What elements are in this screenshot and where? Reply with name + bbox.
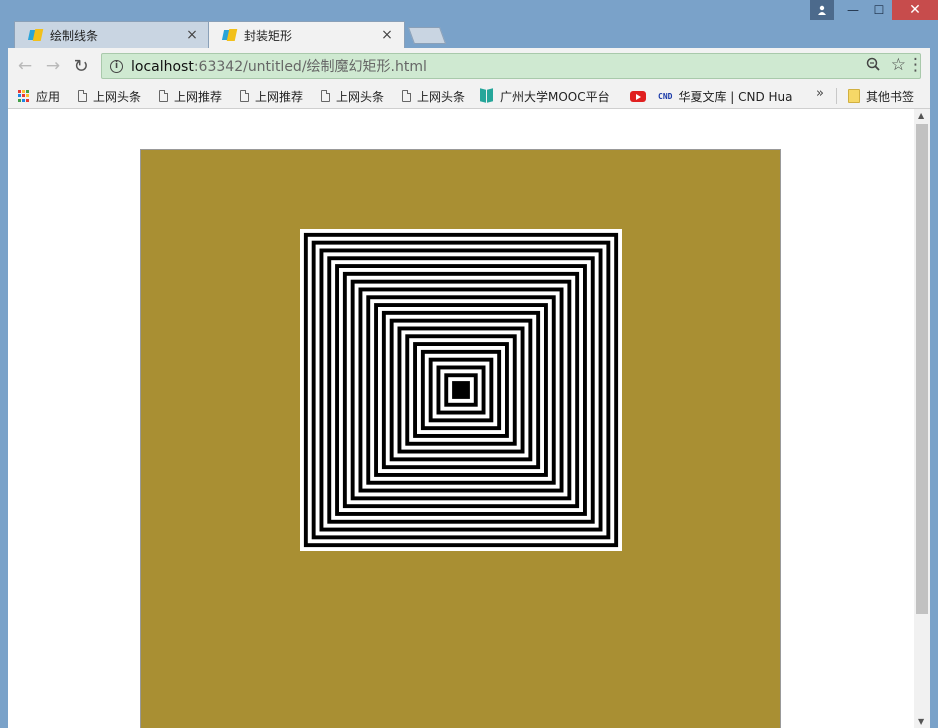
page-content: ▲ ▼ [8, 109, 930, 728]
page-icon [78, 90, 87, 102]
bookmark-star-icon[interactable]: ☆ [891, 55, 906, 75]
bookmark-item[interactable]: 上网推荐 [159, 87, 222, 105]
bookmark-label: 应用 [36, 89, 61, 104]
scroll-thumb[interactable] [916, 124, 928, 614]
tab-close-icon[interactable]: × [380, 27, 394, 43]
concentric-squares-pattern [300, 229, 622, 551]
bookmark-label: 上网头条 [336, 89, 385, 104]
new-tab-button[interactable] [407, 27, 447, 44]
apps-icon [18, 90, 30, 102]
back-button[interactable]: ← [14, 55, 36, 77]
bookmark-label: 上网头条 [417, 89, 466, 104]
close-window-button[interactable]: ✕ [892, 0, 938, 20]
tab-title: 封装矩形 [244, 28, 293, 43]
bookmark-label: 广州大学MOOC平台 [500, 89, 610, 104]
bookmark-label: 华夏文库 | CND Hua [678, 89, 793, 104]
url-text[interactable]: localhost:63342/untitled/绘制魔幻矩形.html [131, 56, 427, 76]
youtube-icon [630, 90, 646, 102]
book-icon [480, 89, 494, 103]
bookmarks-bar: 应用 上网头条 上网推荐 上网推荐 上网头条 上网头条 广州大学MOOC平台 C… [8, 84, 930, 109]
bookmark-item[interactable]: 上网头条 [402, 87, 465, 105]
bookmark-cnd[interactable]: CND 华夏文库 | CND Hua [658, 87, 798, 105]
zoom-icon-shape [866, 57, 880, 71]
bookmark-label: 上网推荐 [255, 89, 304, 104]
tab-wrap-rectangle[interactable]: 封装矩形 × [208, 21, 405, 48]
tab-close-icon[interactable]: × [185, 27, 199, 43]
bookmark-item[interactable]: 上网头条 [321, 87, 384, 105]
menu-icon[interactable]: ⋮ [907, 56, 924, 74]
url-path: :63342/untitled/绘制魔幻矩形.html [193, 59, 427, 75]
forward-button[interactable]: → [42, 55, 64, 77]
bookmark-label: 上网头条 [93, 89, 142, 104]
info-icon[interactable]: i [110, 59, 123, 73]
more-bookmarks-chevron-icon[interactable]: » [816, 86, 824, 101]
page-icon [321, 90, 330, 102]
reload-button[interactable]: ↻ [70, 55, 92, 77]
url-host: localhost [131, 59, 194, 75]
page-icon [240, 90, 249, 102]
scroll-up-icon[interactable]: ▲ [918, 111, 924, 120]
bookmark-item[interactable]: 上网头条 [78, 87, 141, 105]
minimize-button[interactable]: — [840, 0, 866, 20]
bookmark-other[interactable]: 其他书签 [848, 87, 914, 105]
window-controls: — ☐ ✕ [810, 0, 938, 20]
browser-toolbar: ← → ↻ i localhost:63342/untitled/绘制魔幻矩形.… [8, 48, 930, 84]
folder-icon [848, 89, 860, 103]
bookmark-label: 其他书签 [866, 89, 915, 104]
bookmark-item[interactable]: 上网推荐 [240, 87, 303, 105]
canvas [140, 149, 781, 728]
address-bar[interactable]: i localhost:63342/untitled/绘制魔幻矩形.html ☆ [101, 53, 921, 79]
bookmark-apps[interactable]: 应用 [18, 87, 60, 105]
webstorm-icon [223, 28, 237, 42]
bookmark-youtube[interactable] [630, 87, 652, 105]
tab-title: 绘制线条 [50, 28, 99, 43]
webstorm-icon [29, 28, 43, 42]
scroll-down-icon[interactable]: ▼ [918, 717, 924, 726]
person-icon-shape [818, 5, 826, 15]
bookmark-mooc[interactable]: 广州大学MOOC平台 [480, 87, 620, 105]
maximize-button[interactable]: ☐ [866, 0, 892, 20]
bookmark-label: 上网推荐 [174, 89, 223, 104]
zoom-icon[interactable] [866, 57, 880, 75]
cnd-icon: CND [658, 91, 673, 101]
vertical-scrollbar[interactable]: ▲ ▼ [914, 109, 930, 728]
page-icon [402, 90, 411, 102]
page-icon [159, 90, 168, 102]
tab-draw-lines[interactable]: 绘制线条 × [14, 21, 210, 48]
person-icon[interactable] [810, 0, 834, 20]
bookmarks-divider [836, 88, 837, 104]
pattern-core [456, 385, 466, 395]
